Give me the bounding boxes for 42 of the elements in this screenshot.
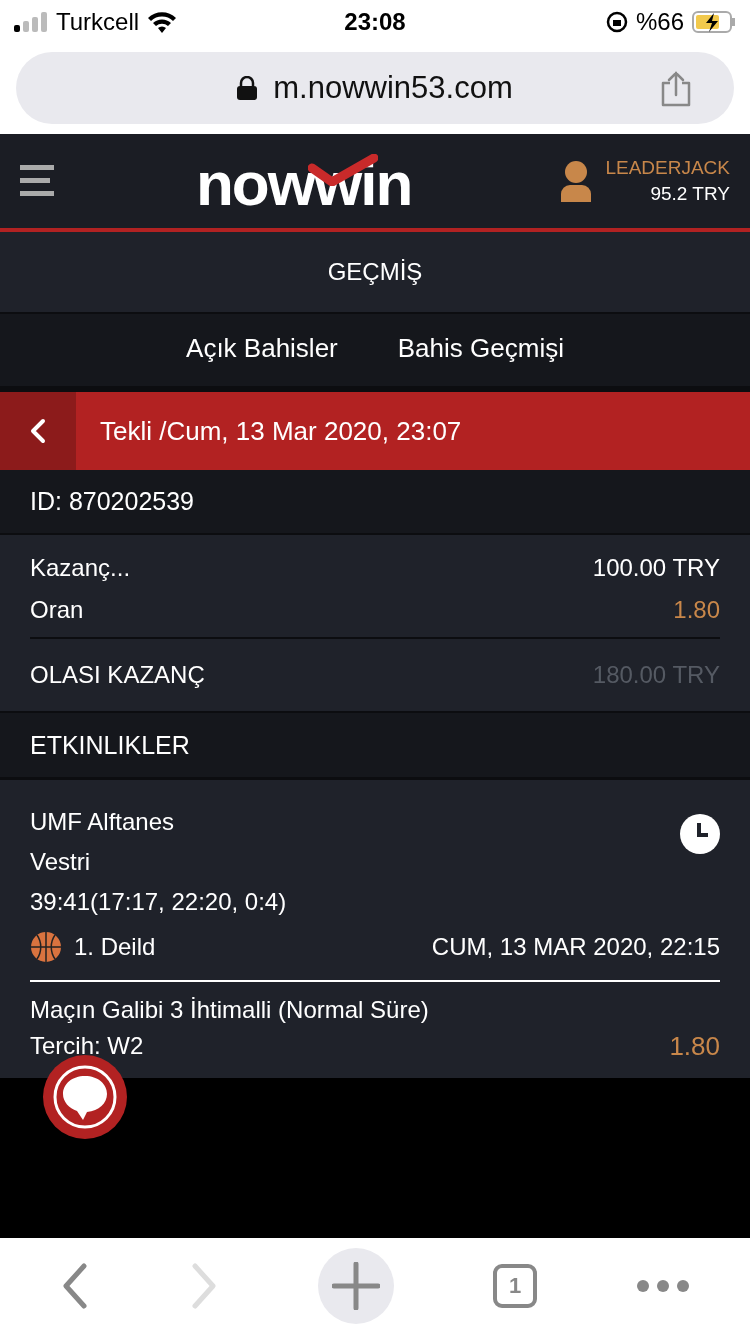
league-name: 1. Deild xyxy=(74,933,156,961)
match-score: 39:41(17:17, 22:20, 0:4) xyxy=(30,887,288,917)
back-button[interactable] xyxy=(0,392,76,470)
more-icon[interactable] xyxy=(636,1279,691,1293)
menu-icon[interactable] xyxy=(20,165,54,197)
signal-icon xyxy=(14,12,48,32)
share-icon[interactable] xyxy=(660,71,692,107)
carrier: Turkcell xyxy=(56,8,140,36)
summary-label: Kazanç... xyxy=(30,554,131,582)
logo[interactable]: nowwin xyxy=(196,148,412,219)
bet-title: Tekli /Cum, 13 Mar 2020, 23:07 xyxy=(99,415,462,447)
address-field[interactable]: m.nowwin53.com xyxy=(16,52,734,124)
balance: 95.2 TRY xyxy=(649,183,730,205)
battery-icon xyxy=(692,11,736,33)
selection: Tercih: W2 xyxy=(30,1031,144,1061)
page-title: GEÇMİŞ xyxy=(0,232,750,314)
plus-icon xyxy=(331,1262,380,1310)
chevron-left-icon xyxy=(30,418,46,444)
summary-value: 180.00 TRY xyxy=(592,661,720,689)
user-icon[interactable] xyxy=(559,160,594,202)
market-name: Maçın Galibi 3 İhtimalli (Normal Süre) xyxy=(30,995,430,1025)
basketball-icon xyxy=(30,931,62,963)
away-team: Vestri xyxy=(30,847,92,877)
section-heading: ETKINLIKLER xyxy=(0,713,750,780)
bet-id: ID: 870202539 xyxy=(0,470,750,535)
tab[interactable]: Açık Bahisler xyxy=(186,325,338,375)
tab[interactable]: Bahis Geçmişi xyxy=(397,325,564,375)
battery-percent: %66 xyxy=(635,8,684,36)
clock-icon xyxy=(680,814,720,854)
rotation-lock-icon xyxy=(605,11,628,33)
summary-value: 100.00 TRY xyxy=(592,554,720,582)
lock-icon xyxy=(237,76,258,100)
home-team: UMF Alftanes xyxy=(30,807,175,837)
tab-count-button[interactable]: 1 xyxy=(493,1264,538,1308)
summary-value: 1.80 xyxy=(673,596,720,624)
clock-time: 23:08 xyxy=(344,8,406,36)
wifi-icon xyxy=(147,11,178,33)
summary-label: Oran xyxy=(30,596,84,624)
username[interactable]: LEADERJACK xyxy=(605,157,730,179)
summary-label: OLASI KAZANÇ xyxy=(30,661,205,689)
selection-odds: 1.80 xyxy=(669,1030,720,1063)
match-date: CUM, 13 MAR 2020, 22:15 xyxy=(431,933,720,961)
